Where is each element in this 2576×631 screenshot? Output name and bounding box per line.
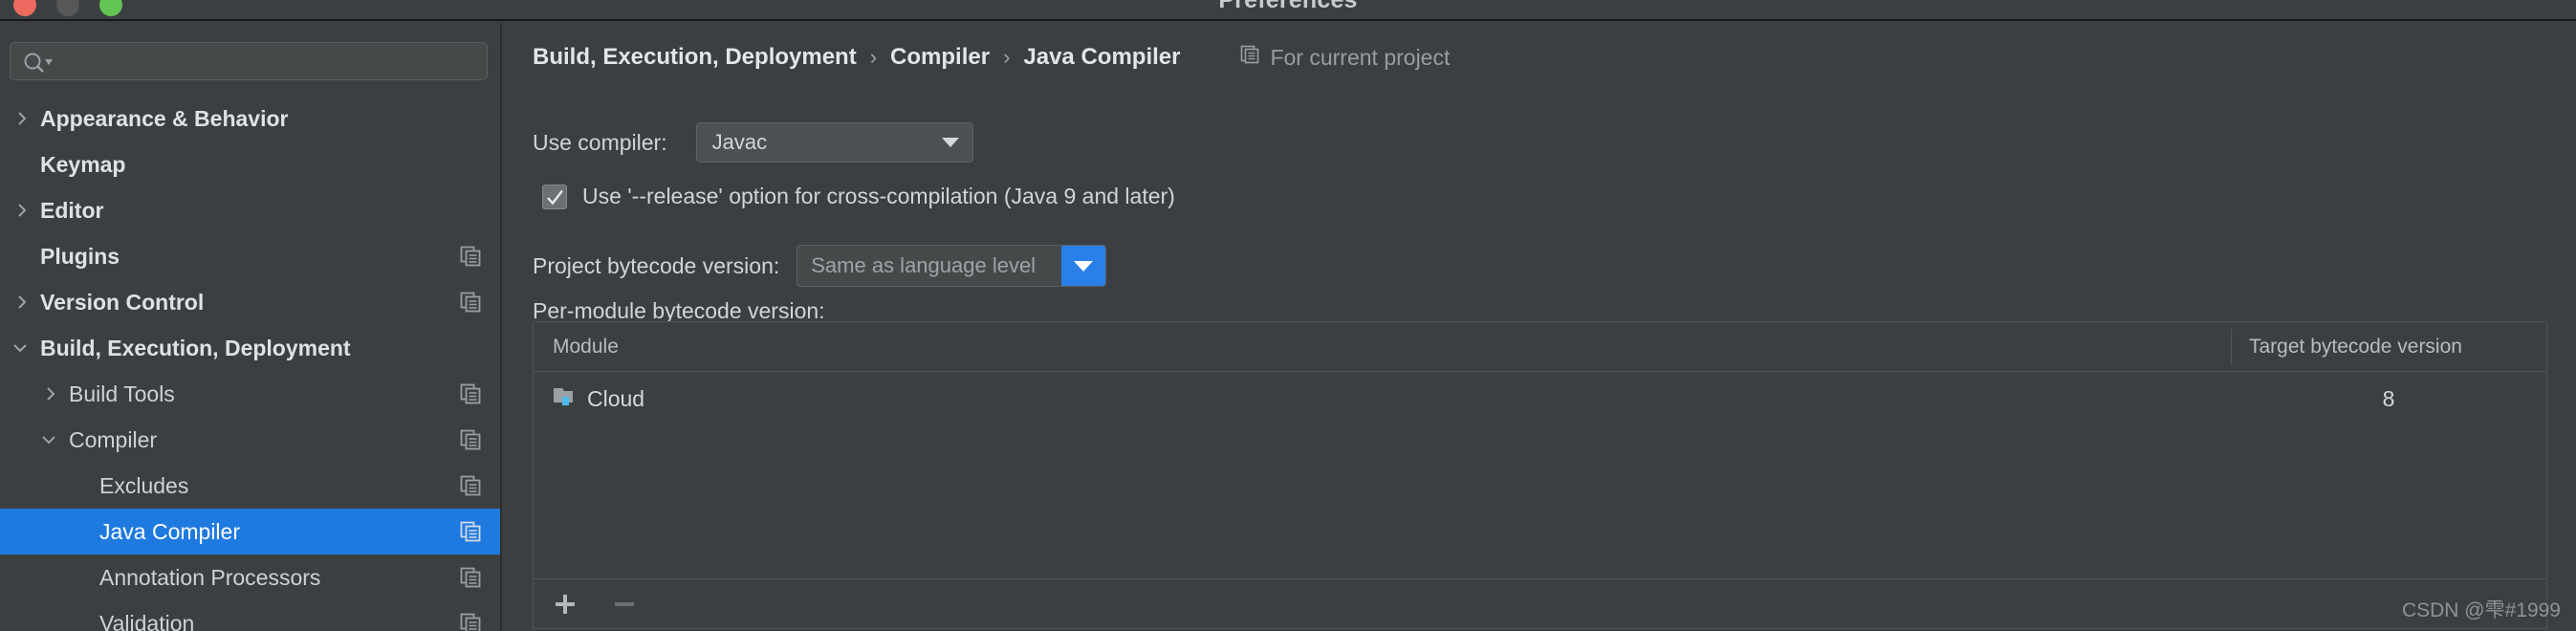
sidebar-item-version-control[interactable]: Version Control: [0, 279, 500, 325]
sidebar-item-build-tools[interactable]: Build Tools: [0, 371, 500, 417]
sidebar-item-label: Build Tools: [69, 381, 175, 406]
sidebar-item-label: Compiler: [69, 426, 158, 452]
project-settings-icon: [460, 475, 481, 496]
project-settings-icon: [460, 429, 481, 450]
sidebar-item-plugins[interactable]: Plugins: [0, 233, 500, 279]
breadcrumb-item-0[interactable]: Build, Execution, Deployment: [533, 44, 857, 71]
sidebar-item-label: Keymap: [40, 151, 126, 177]
sidebar-item-validation[interactable]: Validation: [0, 600, 500, 631]
release-option-label: Use '--release' option for cross-compila…: [582, 184, 1175, 208]
table-toolbar: [533, 579, 2547, 629]
project-settings-icon: [460, 292, 481, 313]
module-name: Cloud: [587, 385, 645, 411]
add-module-button[interactable]: [549, 588, 581, 620]
project-settings-icon: [460, 613, 481, 631]
preferences-window: Preferences Appearance & Behavior Keymap…: [0, 0, 2576, 631]
release-option-row[interactable]: Use '--release' option for cross-compila…: [542, 184, 1175, 209]
chevron-right-icon[interactable]: [13, 294, 31, 311]
table-cell-module: Cloud: [534, 384, 2231, 413]
sidebar-item-build-execution-deployment[interactable]: Build, Execution, Deployment: [0, 325, 500, 371]
chevron-down-icon: [1074, 260, 1094, 272]
chevron-right-icon[interactable]: [42, 385, 59, 403]
project-bytecode-row: Project bytecode version: Same as langua…: [533, 245, 1107, 287]
project-bytecode-select[interactable]: Same as language level: [797, 245, 1107, 287]
use-compiler-select[interactable]: Javac: [695, 122, 973, 163]
sidebar-item-compiler[interactable]: Compiler: [0, 417, 500, 463]
column-header-target-bytecode-version[interactable]: Target bytecode version: [2231, 328, 2546, 365]
settings-detail-pane: Build, Execution, Deployment › Compiler …: [504, 23, 2576, 631]
per-module-label: Per-module bytecode version:: [533, 298, 825, 323]
use-compiler-label: Use compiler:: [533, 129, 667, 155]
project-settings-icon: [460, 521, 481, 542]
release-option-checkbox[interactable]: [542, 184, 567, 209]
project-settings-icon: [460, 246, 481, 267]
breadcrumb: Build, Execution, Deployment › Compiler …: [533, 44, 1450, 71]
project-settings-icon: [460, 567, 481, 588]
use-compiler-value: Javac: [711, 130, 768, 154]
chevron-down-icon: [941, 138, 959, 147]
search-input[interactable]: [60, 43, 481, 79]
breadcrumb-separator-icon: ›: [1003, 45, 1011, 69]
chevron-right-icon[interactable]: [13, 202, 31, 219]
project-scope-icon: [1239, 44, 1260, 71]
sidebar-item-label: Plugins: [40, 243, 120, 269]
per-module-bytecode-table: Module Target bytecode version Cloud 8: [533, 321, 2547, 579]
project-settings-icon: [460, 383, 481, 404]
window-titlebar: Preferences: [0, 0, 2576, 21]
watermark: CSDN @雫#1999: [2401, 599, 2561, 621]
project-bytecode-value: Same as language level: [811, 253, 1037, 277]
chevron-right-icon[interactable]: [13, 110, 31, 127]
table-header: Module Target bytecode version: [534, 322, 2546, 372]
breadcrumb-separator-icon: ›: [869, 45, 878, 69]
sidebar-item-excludes[interactable]: Excludes: [0, 463, 500, 509]
column-header-module[interactable]: Module: [534, 336, 2231, 359]
settings-tree: Appearance & Behavior Keymap Editor Plug…: [0, 96, 500, 631]
sidebar-item-editor[interactable]: Editor: [0, 187, 500, 233]
chevron-down-icon[interactable]: [11, 339, 29, 357]
sidebar-item-label: Build, Execution, Deployment: [40, 335, 351, 360]
sidebar-item-keymap[interactable]: Keymap: [0, 141, 500, 187]
sidebar-item-label: Editor: [40, 197, 104, 223]
settings-sidebar: Appearance & Behavior Keymap Editor Plug…: [0, 23, 502, 631]
sidebar-item-annotation-processors[interactable]: Annotation Processors: [0, 555, 500, 600]
sidebar-item-appearance-behavior[interactable]: Appearance & Behavior: [0, 96, 500, 141]
sidebar-item-java-compiler[interactable]: Java Compiler: [0, 509, 500, 555]
sidebar-item-label: Excludes: [99, 472, 189, 498]
sidebar-item-label: Validation: [99, 610, 195, 631]
settings-scope-label: For current project: [1270, 44, 1451, 70]
window-title: Preferences: [1218, 0, 1358, 13]
project-bytecode-label: Project bytecode version:: [533, 252, 780, 278]
settings-search[interactable]: [10, 42, 488, 80]
sidebar-item-label: Version Control: [40, 289, 205, 315]
remove-module-button[interactable]: [608, 588, 641, 620]
project-bytecode-dropdown-button[interactable]: [1061, 246, 1106, 286]
breadcrumb-item-2: Java Compiler: [1023, 44, 1181, 70]
table-cell-target-bytecode-version[interactable]: 8: [2231, 386, 2546, 412]
sidebar-item-label: Appearance & Behavior: [40, 105, 289, 131]
module-folder-icon: [553, 384, 578, 413]
table-row[interactable]: Cloud 8: [534, 372, 2546, 425]
chevron-down-icon[interactable]: [40, 431, 57, 448]
sidebar-item-label: Annotation Processors: [99, 564, 321, 590]
breadcrumb-item-1[interactable]: Compiler: [890, 44, 990, 71]
per-module-row: Per-module bytecode version:: [533, 298, 825, 324]
sidebar-item-label: Java Compiler: [99, 518, 240, 544]
settings-scope: For current project: [1239, 44, 1450, 71]
search-icon: [22, 52, 55, 73]
use-compiler-row: Use compiler: Javac: [533, 122, 973, 163]
